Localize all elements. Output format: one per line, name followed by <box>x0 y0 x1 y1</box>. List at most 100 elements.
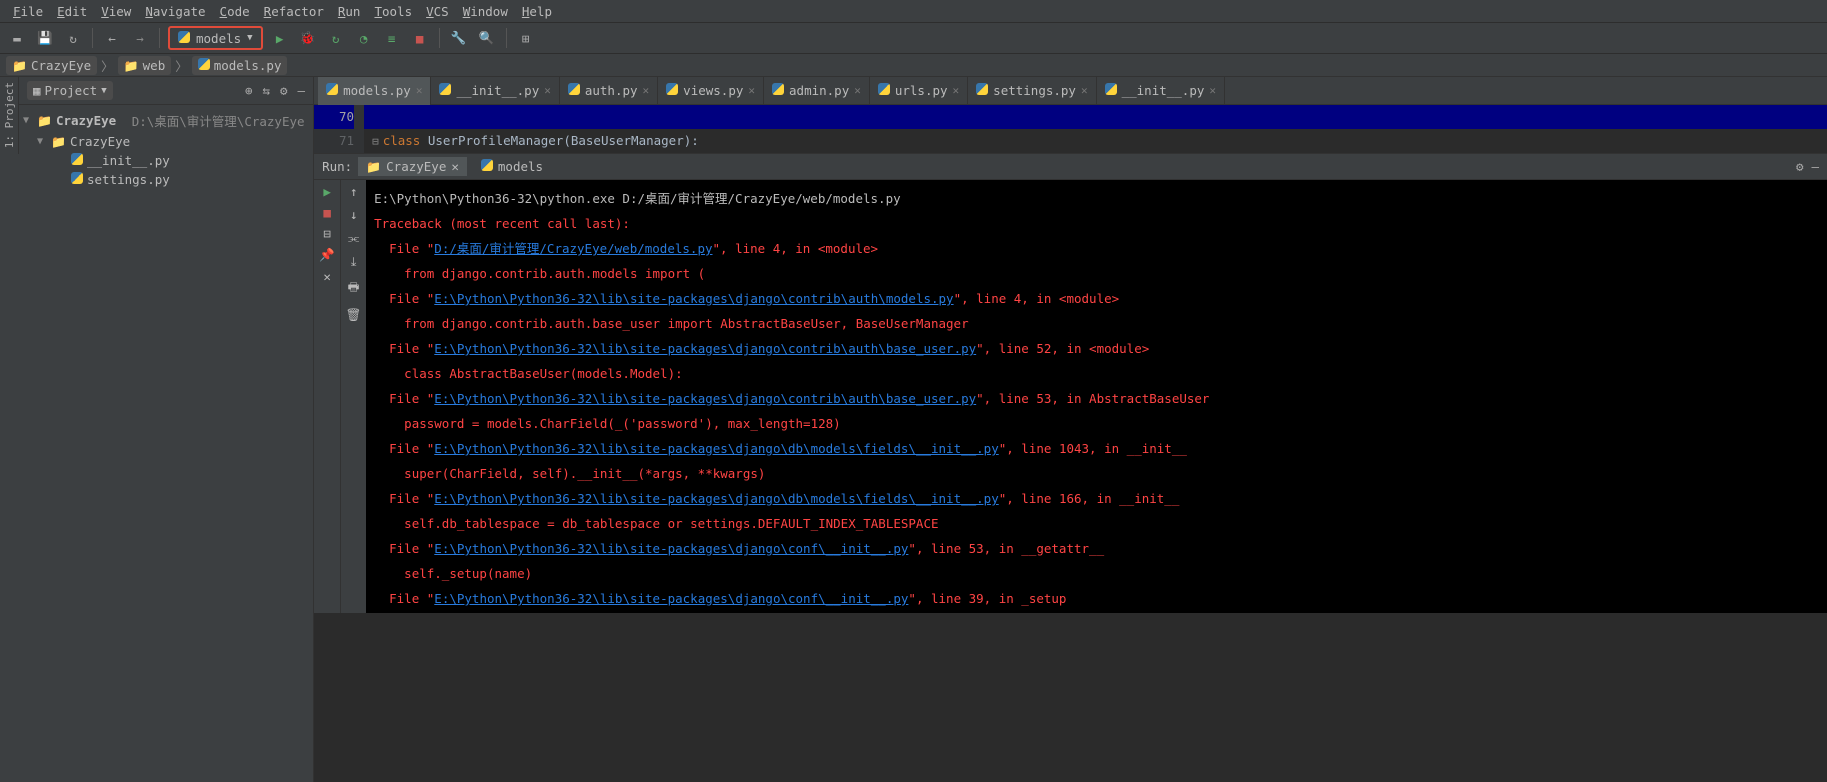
editor-tab[interactable]: settings.py✕ <box>968 77 1096 105</box>
forward-icon[interactable]: → <box>129 27 151 49</box>
concurrency-icon[interactable]: ≡ <box>381 27 403 49</box>
tree-item[interactable]: ▼ CrazyEye <box>19 132 313 151</box>
rerun-icon[interactable]: ▶ <box>323 184 331 199</box>
structure-icon[interactable]: ⊞ <box>515 27 537 49</box>
refresh-icon[interactable]: ↻ <box>62 27 84 49</box>
editor-tab[interactable]: auth.py✕ <box>560 77 658 105</box>
collapse-icon[interactable]: ⇆ <box>262 83 270 98</box>
file-link[interactable]: E:\Python\Python36-32\lib\site-packages\… <box>434 391 976 406</box>
console-output[interactable]: E:\Python\Python36-32\python.exe D:/桌面/审… <box>366 180 1827 613</box>
run-tab[interactable]: CrazyEye ✕ <box>358 157 467 176</box>
run-config-selector[interactable]: models ▼ <box>168 26 263 50</box>
file-link[interactable]: E:\Python\Python36-32\lib\site-packages\… <box>434 291 953 306</box>
debug-icon[interactable]: 🐞 <box>297 27 319 49</box>
project-tree[interactable]: ▼ CrazyEye D:\桌面\审计管理\CrazyEye ▼ CrazyEy… <box>19 105 313 193</box>
project-view-selector[interactable]: ▦ Project ▼ <box>27 81 113 100</box>
menu-tools[interactable]: Tools <box>367 1 419 22</box>
close-icon[interactable]: ✕ <box>451 159 459 174</box>
python-icon <box>198 58 210 73</box>
gear-icon[interactable]: ⚙ <box>280 83 288 98</box>
scroll-icon[interactable]: ⤓ <box>351 254 357 270</box>
stop-icon[interactable]: ■ <box>409 27 431 49</box>
menu-view[interactable]: View <box>94 1 138 22</box>
run-tab[interactable]: models <box>473 157 551 176</box>
file-link[interactable]: E:\Python\Python36-32\lib\site-packages\… <box>434 591 908 606</box>
folder-icon <box>12 58 27 73</box>
output-line: File "E:\Python\Python36-32\lib\site-pac… <box>374 386 1819 411</box>
editor-tab[interactable]: urls.py✕ <box>870 77 968 105</box>
tree-item[interactable]: __init__.py <box>19 151 313 170</box>
editor-tab[interactable]: models.py✕ <box>318 77 431 105</box>
close-icon[interactable]: ✕ <box>854 84 861 97</box>
fold-icon[interactable]: ⊟ <box>372 135 383 148</box>
file-link[interactable]: E:\Python\Python36-32\lib\site-packages\… <box>434 441 998 456</box>
close-icon[interactable]: ✕ <box>953 84 960 97</box>
menu-vcs[interactable]: VCS <box>419 1 456 22</box>
close-icon[interactable]: ✕ <box>1081 84 1088 97</box>
output-line: self._setup(name) <box>374 561 1819 586</box>
editor-tab[interactable]: __init__.py✕ <box>431 77 559 105</box>
breadcrumb-item[interactable]: web <box>118 56 172 75</box>
tree-item[interactable]: ▼ CrazyEye D:\桌面\审计管理\CrazyEye <box>19 109 313 132</box>
gear-icon[interactable]: ⚙ <box>1796 159 1804 174</box>
down-icon[interactable]: ↓ <box>350 207 358 222</box>
close-icon[interactable]: ✕ <box>748 84 755 97</box>
python-icon <box>772 83 784 98</box>
output-line: from django.contrib.auth.base_user impor… <box>374 311 1819 336</box>
close-icon[interactable]: ✕ <box>416 84 423 97</box>
output-line: File "E:\Python\Python36-32\lib\site-pac… <box>374 286 1819 311</box>
print-icon[interactable]: 🖶 <box>348 278 360 299</box>
pin-icon[interactable]: 📌 <box>319 247 335 263</box>
python-icon <box>666 83 678 98</box>
hide-icon[interactable]: — <box>1811 159 1819 174</box>
folder-icon <box>366 159 381 174</box>
menu-run[interactable]: Run <box>331 1 368 22</box>
coverage-icon[interactable]: ↻ <box>325 27 347 49</box>
output-line: self.db_tablespace = db_tablespace or se… <box>374 511 1819 536</box>
search-icon[interactable]: 🔍 <box>476 27 498 49</box>
menu-edit[interactable]: Edit <box>50 1 94 22</box>
file-link[interactable]: E:\Python\Python36-32\lib\site-packages\… <box>434 491 998 506</box>
menu-navigate[interactable]: Navigate <box>138 1 212 22</box>
menu-help[interactable]: Help <box>515 1 559 22</box>
editor-tab[interactable]: views.py✕ <box>658 77 764 105</box>
save-icon[interactable]: 💾 <box>34 27 56 49</box>
menu-window[interactable]: Window <box>456 1 515 22</box>
locate-icon[interactable]: ⊕ <box>245 83 253 98</box>
python-icon <box>568 83 580 98</box>
file-link[interactable]: E:\Python\Python36-32\lib\site-packages\… <box>434 541 908 556</box>
tree-item[interactable]: settings.py <box>19 170 313 189</box>
run-icon[interactable]: ▶ <box>269 27 291 49</box>
close-icon[interactable]: ✕ <box>323 269 331 284</box>
profile-icon[interactable]: ◔ <box>353 27 375 49</box>
python-icon <box>439 83 451 98</box>
hide-icon[interactable]: — <box>298 83 306 98</box>
wrap-icon[interactable]: ⫘ <box>348 230 359 246</box>
delete-icon[interactable]: 🗑 <box>346 307 362 323</box>
menu-refactor[interactable]: Refactor <box>257 1 331 22</box>
wrench-icon[interactable]: 🔧 <box>448 27 470 49</box>
close-icon[interactable]: ✕ <box>544 84 551 97</box>
back-icon[interactable]: ← <box>101 27 123 49</box>
code-line[interactable] <box>364 105 1827 129</box>
code-editor[interactable]: ⊟class UserProfileManager(BaseUserManage… <box>364 105 1827 153</box>
stop-icon[interactable]: ■ <box>323 205 331 220</box>
gutter[interactable]: 70 71 <box>314 105 364 153</box>
file-link[interactable]: E:\Python\Python36-32\lib\site-packages\… <box>434 341 976 356</box>
menu-code[interactable]: Code <box>213 1 257 22</box>
layout-icon[interactable]: ⊟ <box>323 226 331 241</box>
python-icon <box>481 159 493 174</box>
editor-tab[interactable]: admin.py✕ <box>764 77 870 105</box>
close-icon[interactable]: ✕ <box>1209 84 1216 97</box>
project-icon: ▦ <box>33 83 41 98</box>
up-icon[interactable]: ↑ <box>350 184 358 199</box>
open-icon[interactable]: ▬ <box>6 27 28 49</box>
menu-file[interactable]: File <box>6 1 50 22</box>
folder-icon <box>51 134 66 149</box>
close-icon[interactable]: ✕ <box>643 84 650 97</box>
code-line[interactable]: ⊟class UserProfileManager(BaseUserManage… <box>364 129 1827 153</box>
breadcrumb-item[interactable]: models.py <box>192 56 288 75</box>
breadcrumb-item[interactable]: CrazyEye <box>6 56 97 75</box>
file-link[interactable]: D:/桌面/审计管理/CrazyEye/web/models.py <box>434 241 712 256</box>
editor-tab[interactable]: __init__.py✕ <box>1097 77 1225 105</box>
